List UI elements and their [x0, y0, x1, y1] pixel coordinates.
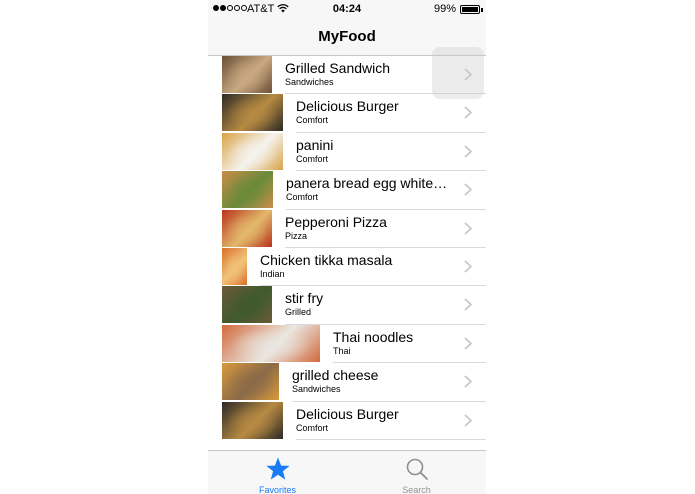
tab-search[interactable]: Search — [347, 451, 486, 494]
item-name: Chicken tikka masala — [260, 251, 393, 268]
food-list[interactable]: Grilled Sandwich Sandwiches Delicious Burg… — [208, 56, 486, 440]
list-item[interactable]: grilled cheese Sandwiches — [208, 363, 486, 402]
item-name: Thai noodles — [333, 328, 414, 345]
item-name: panera bread egg white… — [286, 175, 448, 192]
page-title: MyFood — [318, 28, 376, 45]
item-name: panini — [296, 136, 334, 153]
battery-percent: 99% — [433, 3, 456, 15]
food-thumbnail — [222, 94, 283, 132]
item-category: Grilled — [285, 307, 312, 318]
chevron-right-icon — [464, 145, 472, 158]
item-category: Comfort — [296, 153, 329, 164]
chevron-right-icon — [464, 183, 472, 196]
item-category: Sandwiches — [285, 77, 334, 87]
item-category: Pizza — [285, 230, 308, 241]
food-thumbnail — [222, 363, 279, 401]
item-name: Grilled Sandwich — [285, 60, 391, 76]
star-icon — [265, 457, 290, 480]
list-item[interactable]: Pepperoni Pizza Pizza — [208, 209, 486, 248]
item-name: stir fry — [285, 290, 324, 307]
tab-favorites[interactable]: Favorites — [208, 451, 347, 494]
list-item[interactable]: Chicken tikka masala Indian — [208, 247, 486, 287]
list-item[interactable]: panera bread egg white… Comfort — [208, 171, 486, 210]
search-icon — [406, 458, 428, 480]
item-category: Thai — [333, 345, 351, 356]
chevron-right-icon — [464, 222, 472, 234]
chevron-right-icon — [464, 414, 472, 426]
chevron-right-icon — [464, 375, 472, 388]
food-thumbnail — [222, 132, 283, 170]
food-thumbnail — [222, 401, 283, 439]
list-item[interactable]: stir fry Grilled — [208, 286, 486, 325]
food-thumbnail — [222, 56, 272, 93]
item-name: Delicious Burger — [296, 405, 399, 422]
battery-icon — [460, 5, 480, 14]
tab-favorites-label: Favorites — [258, 485, 296, 494]
app-screen: AT&T 04:24 99% MyFood Grilled Sandwich Sa… — [208, 0, 486, 494]
food-thumbnail — [222, 247, 247, 285]
status-bar: AT&T 04:24 99% — [208, 0, 486, 18]
item-category: Comfort — [296, 422, 329, 433]
list-item[interactable]: panini Comfort — [208, 132, 486, 172]
chevron-right-icon — [464, 298, 472, 311]
food-thumbnail — [222, 209, 272, 247]
tab-search-label: Search — [402, 485, 431, 494]
tab-bar: Favorites Search — [208, 450, 486, 494]
chevron-right-icon — [464, 260, 472, 273]
item-name: grilled cheese — [292, 367, 379, 384]
food-thumbnail — [222, 286, 272, 324]
touch-highlight — [432, 47, 484, 99]
list-item[interactable]: Thai noodles Thai — [208, 324, 486, 364]
chevron-right-icon — [464, 106, 472, 119]
item-category: Sandwiches — [292, 384, 341, 395]
food-thumbnail — [222, 324, 320, 362]
chevron-right-icon — [464, 337, 472, 350]
item-name: Delicious Burger — [296, 98, 399, 115]
food-thumbnail — [222, 171, 273, 209]
list-item[interactable]: Delicious Burger Comfort — [208, 94, 486, 133]
item-category: Comfort — [286, 192, 319, 203]
item-name: Pepperoni Pizza — [285, 213, 387, 230]
list-item[interactable]: Delicious Burger Comfort — [208, 401, 486, 440]
item-category: Indian — [260, 268, 285, 279]
item-category: Comfort — [296, 115, 329, 126]
